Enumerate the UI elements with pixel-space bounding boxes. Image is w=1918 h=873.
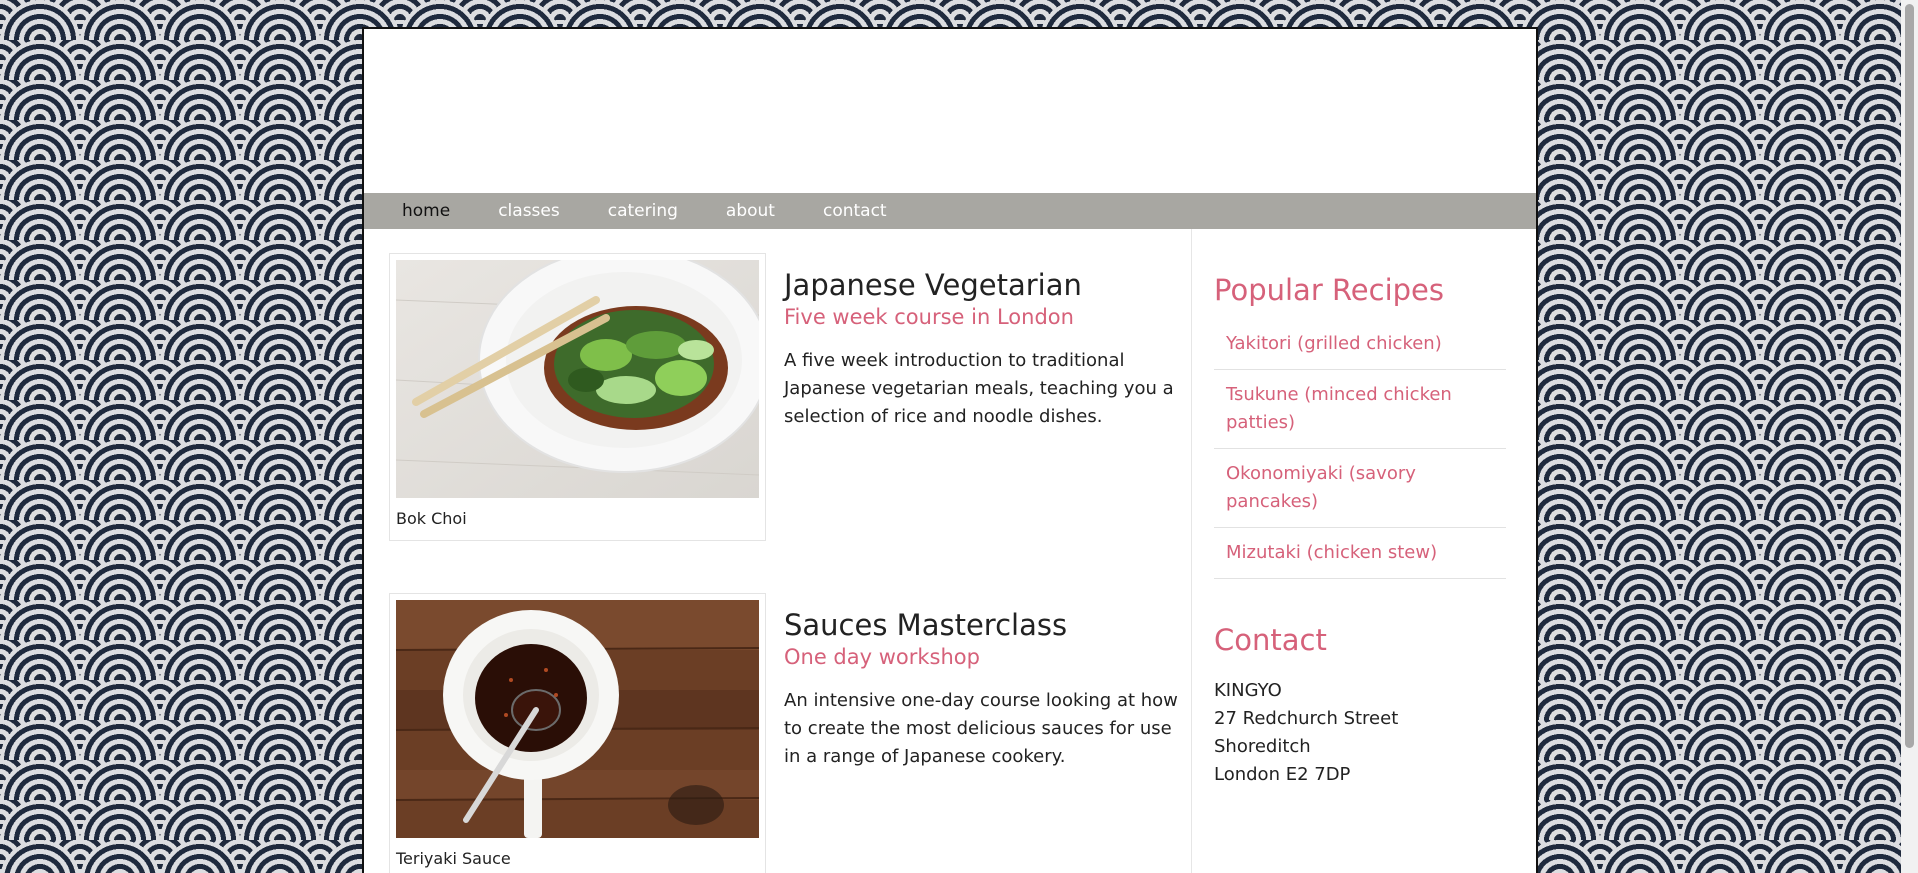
address-line: Shoreditch bbox=[1214, 736, 1311, 757]
scrollbar-thumb[interactable] bbox=[1905, 4, 1914, 748]
course-title: Sauces Masterclass bbox=[784, 608, 1068, 642]
course-description: A five week introduction to traditional … bbox=[784, 349, 1174, 427]
contact-heading: Contact bbox=[1214, 623, 1327, 657]
teriyaki-sauce-photo bbox=[396, 600, 759, 838]
main-nav: home classes catering about contact bbox=[364, 193, 1536, 229]
image-caption: Teriyaki Sauce bbox=[396, 849, 511, 868]
vertical-scrollbar[interactable] bbox=[1901, 0, 1918, 873]
course-subtitle: One day workshop bbox=[784, 645, 980, 670]
recipe-link[interactable]: Tsukune (minced chicken patties) bbox=[1214, 370, 1506, 449]
page-container: home classes catering about contact Bok … bbox=[362, 27, 1538, 873]
course-text: Japanese Vegetarian Five week course in … bbox=[784, 268, 1184, 431]
nav-classes[interactable]: classes bbox=[498, 201, 560, 221]
image-caption: Bok Choi bbox=[396, 509, 467, 528]
bok-choi-photo bbox=[396, 260, 759, 498]
course-subtitle: Five week course in London bbox=[784, 305, 1074, 330]
recipe-list: Yakitori (grilled chicken) Tsukune (minc… bbox=[1214, 319, 1506, 579]
address-line: KINGYO bbox=[1214, 680, 1282, 701]
recipe-link[interactable]: Yakitori (grilled chicken) bbox=[1214, 319, 1506, 370]
recipe-link[interactable]: Mizutaki (chicken stew) bbox=[1214, 528, 1506, 579]
course-text: Sauces Masterclass One day workshop An i… bbox=[784, 608, 1184, 771]
course-description: An intensive one-day course looking at h… bbox=[784, 689, 1178, 767]
address-line: London E2 7DP bbox=[1214, 764, 1351, 785]
nav-contact[interactable]: contact bbox=[823, 201, 887, 221]
contact-address: KINGYO 27 Redchurch Street Shoreditch Lo… bbox=[1214, 677, 1506, 789]
nav-about[interactable]: about bbox=[726, 201, 775, 221]
address-line: 27 Redchurch Street bbox=[1214, 708, 1399, 729]
recipe-link[interactable]: Okonomiyaki (savory pancakes) bbox=[1214, 449, 1506, 528]
nav-home[interactable]: home bbox=[402, 201, 450, 221]
course-figure: Bok Choi bbox=[389, 253, 766, 541]
nav-catering[interactable]: catering bbox=[608, 201, 678, 221]
course-figure: Teriyaki Sauce bbox=[389, 593, 766, 873]
main-content: Bok Choi Japanese Vegetarian Five week c… bbox=[364, 229, 1192, 873]
course-title: Japanese Vegetarian bbox=[784, 268, 1082, 302]
sidebar: Popular Recipes Yakitori (grilled chicke… bbox=[1214, 273, 1506, 789]
recipes-heading: Popular Recipes bbox=[1214, 273, 1445, 307]
